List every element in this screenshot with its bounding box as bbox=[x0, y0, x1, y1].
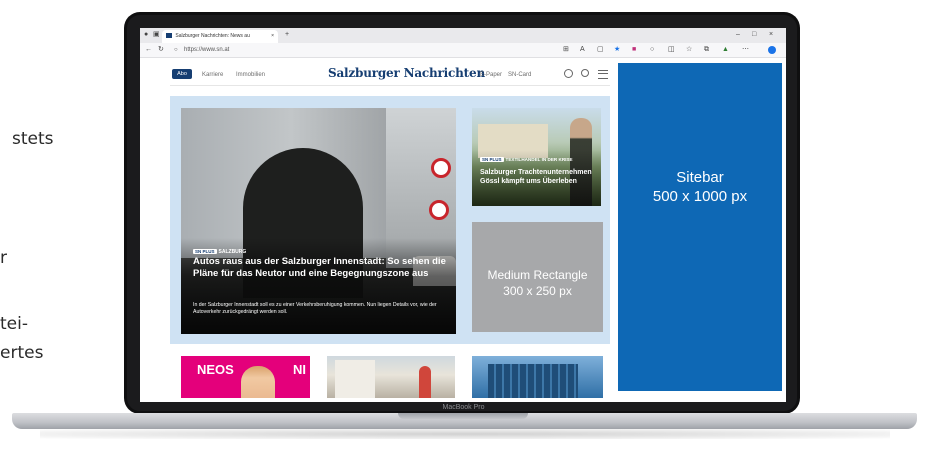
favorite-star-icon[interactable]: ★ bbox=[614, 43, 620, 57]
laptop-model-label: MacBook Pro bbox=[442, 404, 485, 411]
menu-icon[interactable] bbox=[598, 70, 608, 79]
laptop-shadow bbox=[40, 429, 890, 439]
plus-badge: SN PLUS bbox=[193, 249, 217, 255]
tab-title: Salzburger Nachrichten: News au bbox=[175, 33, 250, 39]
thumbnail-person bbox=[241, 366, 275, 398]
split-screen-icon[interactable]: ◫ bbox=[668, 43, 675, 57]
thumbnail-building[interactable] bbox=[472, 356, 603, 398]
browser-tab[interactable]: Salzburger Nachrichten: News au × bbox=[162, 30, 278, 43]
medium-rectangle-ad[interactable]: Medium Rectangle 300 x 250 px bbox=[472, 222, 603, 332]
browser-tab-bar: ● ▣ Salzburger Nachrichten: News au × + … bbox=[140, 28, 786, 43]
nav-link-immobilien[interactable]: Immobilien bbox=[236, 72, 265, 78]
copilot-icon[interactable] bbox=[768, 46, 776, 54]
search-icon[interactable] bbox=[581, 69, 589, 77]
abo-button[interactable]: Abo bbox=[172, 69, 192, 79]
laptop-screen: ● ▣ Salzburger Nachrichten: News au × + … bbox=[140, 28, 786, 402]
side-text-line-1: stets bbox=[12, 129, 54, 149]
thumbnail-neos-text-2: NI bbox=[293, 362, 306, 377]
side-text-line-4: ertes bbox=[0, 343, 44, 363]
new-tab-icon[interactable]: + bbox=[285, 28, 289, 42]
browser-address-bar: ← ↻ ○ https://www.sn.at ⊞ A ▢ ★ ■ ○ ◫ ☆ … bbox=[140, 43, 786, 58]
hero-teaser: In der Salzburger Innenstadt soll es zu … bbox=[193, 302, 437, 315]
thumbnail-house bbox=[335, 360, 375, 398]
tab-actions-icon[interactable]: ▣ bbox=[153, 28, 160, 42]
nav-link-karriere[interactable]: Karriere bbox=[202, 72, 223, 78]
close-tab-icon[interactable]: × bbox=[271, 30, 274, 43]
collections-icon[interactable]: ⧉ bbox=[704, 43, 709, 57]
side-article[interactable]: SN PLUS TEXTILHANDEL IN DER KRISE Salzbur… bbox=[472, 108, 601, 206]
extension-icon-2[interactable]: ○ bbox=[650, 43, 654, 57]
read-aloud-icon[interactable]: A bbox=[580, 43, 585, 57]
nav-link-sncard[interactable]: SN-Card bbox=[508, 72, 531, 78]
favorites-icon[interactable]: ☆ bbox=[686, 43, 692, 57]
hero-kicker-text: SALZBURG bbox=[218, 249, 247, 255]
back-icon[interactable]: ← bbox=[145, 43, 152, 57]
favicon-icon bbox=[166, 33, 172, 39]
no-entry-sign bbox=[429, 200, 449, 220]
side-text-line-3: tei- bbox=[0, 314, 28, 334]
apps-icon[interactable]: ⊞ bbox=[563, 43, 569, 57]
hero-kicker: SN PLUS SALZBURG bbox=[193, 249, 246, 255]
reload-icon[interactable]: ↻ bbox=[158, 43, 164, 57]
nav-link-epaper[interactable]: E-Paper bbox=[480, 72, 502, 78]
user-icon[interactable] bbox=[564, 69, 573, 78]
extension-icon-1[interactable]: ■ bbox=[632, 43, 636, 57]
thumbnail-pedestrian bbox=[419, 366, 431, 398]
medium-rectangle-line2: 300 x 250 px bbox=[503, 284, 572, 298]
minimize-button[interactable]: – bbox=[736, 28, 740, 42]
more-icon[interactable]: ⋯ bbox=[742, 43, 749, 57]
traffic-sign bbox=[431, 158, 451, 178]
site-logo[interactable]: Salzburger Nachrichten bbox=[328, 66, 485, 80]
side-kicker-text: TEXTILHANDEL IN DER KRISE bbox=[505, 157, 573, 162]
thumbnail-neos-text: NEOS bbox=[197, 362, 234, 377]
lock-icon: ○ bbox=[174, 47, 178, 53]
reader-icon[interactable]: ▢ bbox=[597, 43, 604, 57]
sitebar-line2: 500 x 1000 px bbox=[652, 188, 748, 205]
side-kicker: SN PLUS TEXTILHANDEL IN DER KRISE bbox=[480, 157, 573, 163]
thumbnail-street[interactable] bbox=[327, 356, 455, 398]
side-headline[interactable]: Salzburger Trachtenunternehmen Gössl käm… bbox=[480, 169, 598, 186]
header-divider bbox=[170, 85, 610, 86]
side-text-line-2: r bbox=[0, 248, 7, 268]
profile-icon[interactable]: ● bbox=[144, 28, 148, 42]
plus-badge-side: SN PLUS bbox=[480, 157, 504, 163]
thumbnail-office-block bbox=[488, 364, 578, 398]
laptop-notch bbox=[398, 413, 528, 419]
hero-headline[interactable]: Autos raus aus der Salzburger Innenstadt… bbox=[193, 256, 448, 279]
medium-rectangle-line1: Medium Rectangle bbox=[487, 268, 588, 282]
url-field[interactable]: https://www.sn.at bbox=[184, 43, 229, 57]
extension-icon-3[interactable]: ▲ bbox=[722, 43, 729, 57]
thumbnail-neos[interactable]: NEOS NI bbox=[181, 356, 310, 398]
sitebar-line1: Sitebar bbox=[676, 169, 724, 186]
hero-article[interactable]: SN PLUS SALZBURG Autos raus aus der Salzb… bbox=[181, 108, 456, 334]
close-window-button[interactable]: × bbox=[769, 28, 773, 42]
sitebar-ad[interactable]: Sitebar 500 x 1000 px bbox=[618, 63, 782, 391]
maximize-button[interactable]: □ bbox=[752, 28, 756, 42]
